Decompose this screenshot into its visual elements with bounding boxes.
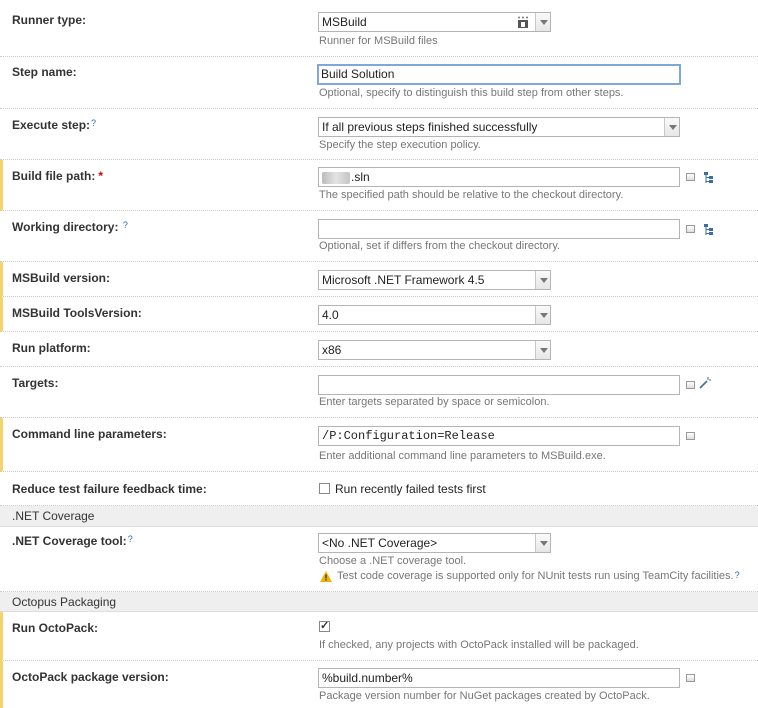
run-octopack-checkbox[interactable] <box>319 619 330 632</box>
command-line-input[interactable]: /P:Configuration=Release <box>318 426 680 446</box>
execute-step-label: Execute step:? <box>12 118 97 132</box>
warning-icon <box>320 571 332 582</box>
run-octopack-row: Run OctoPack: If checked, any projects w… <box>0 612 758 661</box>
runner-type-value: MSBuild <box>322 15 367 29</box>
run-failed-first-checkbox[interactable] <box>319 483 330 494</box>
targets-label: Targets: <box>12 376 59 390</box>
build-file-path-input[interactable]: .sln <box>318 167 680 187</box>
working-directory-label: Working directory: ? <box>12 220 128 234</box>
octopus-section-header: Octopus Packaging <box>0 592 758 612</box>
parameters-icon[interactable] <box>686 674 695 682</box>
help-icon[interactable]: ? <box>91 118 96 128</box>
msbuild-toolsversion-label: MSBuild ToolsVersion: <box>12 306 142 320</box>
runner-type-note: Runner for MSBuild files <box>319 35 438 47</box>
reduce-feedback-label: Reduce test failure feedback time: <box>12 482 207 496</box>
run-failed-first-label[interactable]: Run recently failed tests first <box>335 482 486 496</box>
runner-type-label: Runner type: <box>12 13 87 27</box>
execute-step-select[interactable]: If all previous steps finished successfu… <box>318 117 680 137</box>
octopack-version-note: Package version number for NuGet package… <box>319 690 650 702</box>
msbuild-version-label: MSBuild version: <box>12 271 111 285</box>
chevron-down-icon[interactable] <box>664 118 679 136</box>
parameters-icon[interactable] <box>686 173 695 181</box>
runner-icon <box>518 16 528 28</box>
net-coverage-tool-select[interactable]: <No .NET Coverage> <box>318 533 551 553</box>
command-line-row: Command line parameters: /P:Configuratio… <box>0 418 758 472</box>
magic-wand-icon[interactable] <box>699 377 711 389</box>
msbuild-version-select[interactable]: Microsoft .NET Framework 4.5 <box>318 270 551 290</box>
msbuild-version-value: Microsoft .NET Framework 4.5 <box>322 273 485 287</box>
parameters-icon[interactable] <box>686 432 695 440</box>
chevron-down-icon[interactable] <box>535 13 550 31</box>
msbuild-toolsversion-select[interactable]: 4.0 <box>318 305 551 325</box>
net-coverage-tool-label: .NET Coverage tool:? <box>12 534 133 548</box>
help-icon[interactable]: ? <box>128 534 133 544</box>
run-platform-label: Run platform: <box>12 341 91 355</box>
octopack-version-label: OctoPack package version: <box>12 670 169 684</box>
execute-step-value: If all previous steps finished successfu… <box>322 120 538 134</box>
build-file-path-label: Build file path: * <box>12 169 103 183</box>
chevron-down-icon[interactable] <box>535 306 550 324</box>
step-name-input[interactable]: Build Solution <box>317 64 681 85</box>
msbuild-toolsversion-row: MSBuild ToolsVersion: 4.0 <box>0 297 758 332</box>
working-directory-row: Working directory: ? Optional, set if di… <box>0 211 758 262</box>
redacted-path <box>322 171 350 184</box>
help-icon[interactable]: ? <box>735 570 740 580</box>
help-icon[interactable]: ? <box>123 220 128 230</box>
chevron-down-icon[interactable] <box>535 341 550 359</box>
reduce-feedback-row: Reduce test failure feedback time: Run r… <box>0 472 758 506</box>
targets-row: Targets: Enter targets separated by spac… <box>0 367 758 418</box>
chevron-down-icon[interactable] <box>535 534 550 552</box>
build-file-path-row: Build file path: * .sln The specified pat… <box>0 160 758 211</box>
run-platform-select[interactable]: x86 <box>318 340 551 360</box>
parameters-icon[interactable] <box>686 381 695 389</box>
command-line-note: Enter additional command line parameters… <box>319 450 606 462</box>
net-coverage-section-header: .NET Coverage <box>0 506 758 527</box>
parameters-icon[interactable] <box>686 225 695 233</box>
execute-step-note: Specify the step execution policy. <box>319 139 481 151</box>
octopus-section-title: Octopus Packaging <box>12 595 117 609</box>
net-coverage-tool-row: .NET Coverage tool:? <No .NET Coverage> … <box>0 527 758 592</box>
octopack-version-row: OctoPack package version: %build.number%… <box>0 661 758 708</box>
working-directory-note: Optional, set if differs from the checko… <box>319 240 561 252</box>
coverage-warning-text: Test code coverage is supported only for… <box>337 570 740 582</box>
octopack-version-input[interactable]: %build.number% <box>318 668 680 688</box>
msbuild-version-row: MSBuild version: Microsoft .NET Framewor… <box>0 262 758 297</box>
step-name-row: Step name: Build Solution Optional, spec… <box>0 57 758 109</box>
step-name-note: Optional, specify to distinguish this bu… <box>319 87 624 99</box>
chevron-down-icon[interactable] <box>535 271 550 289</box>
targets-input[interactable] <box>318 375 680 395</box>
file-tree-icon[interactable] <box>704 224 716 236</box>
file-tree-icon[interactable] <box>704 172 716 184</box>
run-octopack-label: Run OctoPack: <box>12 621 99 635</box>
run-platform-value: x86 <box>322 343 342 357</box>
net-coverage-tool-value: <No .NET Coverage> <box>322 536 438 550</box>
step-name-label: Step name: <box>12 65 77 79</box>
runner-type-select[interactable]: MSBuild <box>318 12 551 32</box>
targets-note: Enter targets separated by space or semi… <box>319 396 550 408</box>
net-coverage-tool-note: Choose a .NET coverage tool. <box>319 555 467 567</box>
net-coverage-section-title: .NET Coverage <box>12 509 95 523</box>
working-directory-input[interactable] <box>318 219 680 239</box>
run-octopack-note: If checked, any projects with OctoPack i… <box>319 639 639 651</box>
command-line-label: Command line parameters: <box>12 427 167 441</box>
runner-type-row: Runner type: MSBuild Runner for MSBuild … <box>0 0 758 57</box>
execute-step-row: Execute step:? If all previous steps fin… <box>0 109 758 160</box>
required-marker: * <box>98 169 103 183</box>
msbuild-toolsversion-value: 4.0 <box>322 308 339 322</box>
build-file-path-note: The specified path should be relative to… <box>319 189 624 201</box>
run-platform-row: Run platform: x86 <box>0 332 758 367</box>
